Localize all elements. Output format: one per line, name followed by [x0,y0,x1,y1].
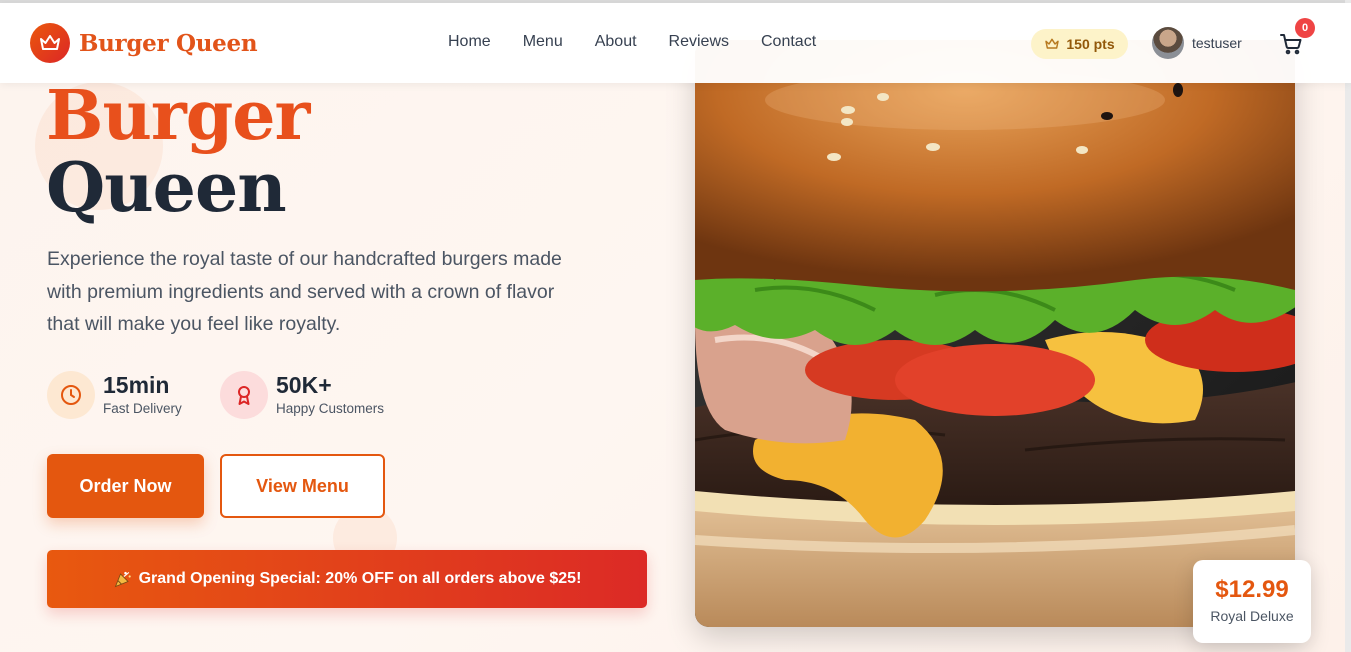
user-avatar[interactable] [1152,27,1184,59]
stat-customers: 50K+ Happy Customers [220,371,384,419]
party-popper-icon [114,571,131,588]
nav-link-reviews[interactable]: Reviews [669,33,729,51]
hero-burger-image [695,40,1295,627]
featured-price: $12.99 [1215,576,1289,603]
view-menu-button[interactable]: View Menu [220,454,385,518]
brand-logo[interactable]: Burger Queen [30,23,258,63]
nav-link-home[interactable]: Home [448,33,491,51]
stat-label: Fast Delivery [103,401,182,416]
hero-title-line2: Queen [46,148,287,228]
crown-icon [30,23,70,63]
nav-link-contact[interactable]: Contact [761,33,816,51]
nav-link-menu[interactable]: Menu [523,33,563,51]
loyalty-points-badge[interactable]: 150 pts [1031,29,1128,59]
award-icon [220,371,268,419]
nav-links: Home Menu About Reviews Contact [448,33,848,51]
order-now-button[interactable]: Order Now [47,454,204,518]
stat-value: 50K+ [276,372,332,398]
brand-name: Burger Queen [79,29,258,57]
stat-label: Happy Customers [276,401,385,416]
stat-delivery: 15min Fast Delivery [47,371,182,419]
hero-title: Burger Queen [46,76,310,228]
crown-icon [1045,38,1060,49]
hero-description: Experience the royal taste of our handcr… [47,248,562,335]
username[interactable]: testuser [1192,35,1242,51]
promo-banner[interactable]: Grand Opening Special: 20% OFF on all or… [47,550,647,608]
featured-name: Royal Deluxe [1210,608,1294,624]
clock-icon [47,371,95,419]
featured-price-card[interactable]: $12.99 Royal Deluxe [1193,560,1311,643]
navbar: Burger Queen Home Menu About Reviews Con… [0,3,1351,83]
promo-text: Grand Opening Special: 20% OFF on all or… [138,570,582,587]
cart-count-badge: 0 [1295,18,1315,38]
hero-title-line1: Burger [46,76,310,156]
nav-link-about[interactable]: About [595,33,637,51]
stat-value: 15min [103,372,170,398]
points-value: 150 pts [1066,36,1115,52]
page-scrollbar[interactable] [1345,0,1351,652]
